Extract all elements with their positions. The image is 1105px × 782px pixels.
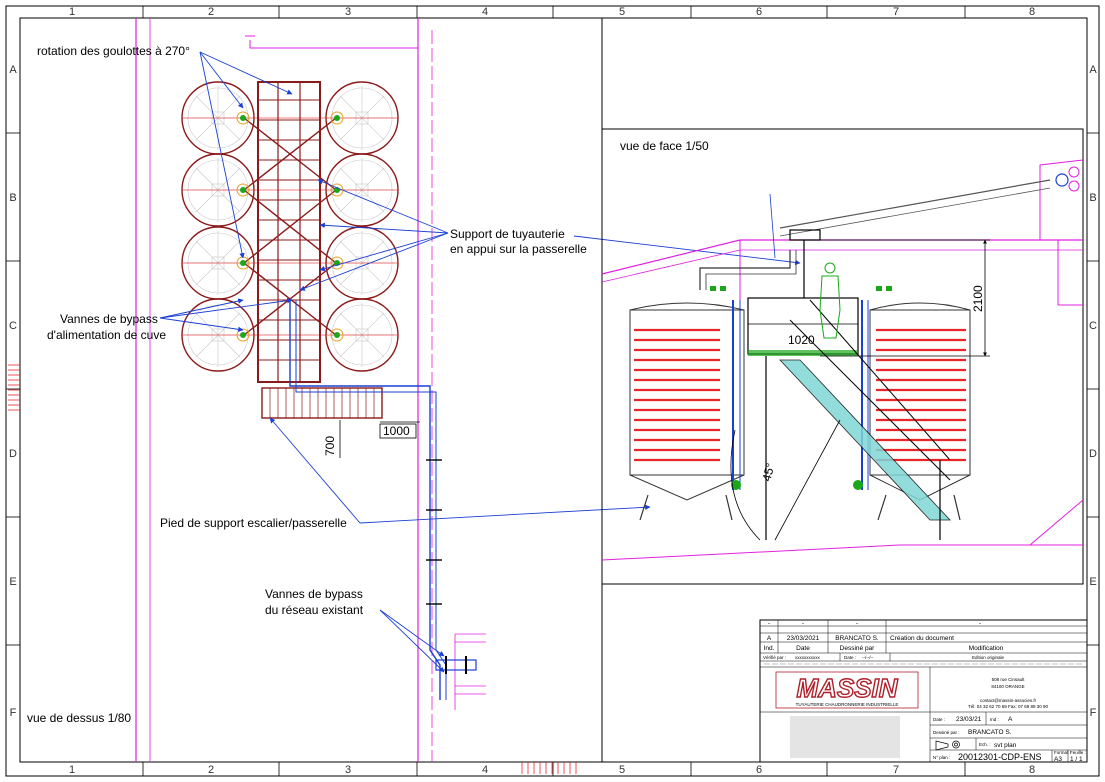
grid-row-label: D — [9, 448, 17, 460]
technical-drawing: 1 2 3 4 5 6 7 8 1 2 3 4 5 6 7 8 A B C D … — [5, 5, 1100, 777]
sheet-label: Feuille : — [1070, 750, 1086, 755]
top-view-title: vue de dessus 1/80 — [27, 711, 131, 725]
date-label: Date : — [933, 717, 945, 722]
company-logo-subtitle: TUYAUTERIE CHAUDRONNERIE INDUSTRIELLE — [796, 702, 899, 707]
grid-row-label: B — [9, 192, 16, 204]
leader-stair-foot — [269, 417, 651, 524]
grid-column-label: 1 — [69, 6, 75, 18]
revision-a-ind: A — [767, 635, 772, 642]
revision-placeholder-ind-1: - — [768, 620, 770, 627]
header-date: Date — [796, 645, 810, 652]
grid-column-label: 6 — [756, 6, 762, 18]
dimension-700: 700 — [323, 436, 337, 456]
verified-date-value: --/--/-- — [862, 655, 874, 660]
drawn-by-label: Dessiné par : — [933, 730, 960, 735]
date-value: 23/03/21 — [956, 716, 982, 723]
header-author: Dessiné par — [840, 645, 876, 652]
ind-label: Ind : — [990, 717, 999, 722]
grid-column-label: 5 — [619, 764, 625, 776]
sheet-value: 1 / 1 — [1070, 756, 1083, 763]
dimension-1020: 1020 — [788, 333, 815, 347]
callout-bypass-tank-line1: Vannes de bypass — [60, 312, 158, 326]
format-value: A3 — [1054, 756, 1062, 763]
grid-row-label: F — [1090, 707, 1097, 719]
company-phone: Tél: 04 32 62 70 69 Fax: 07 69 88 30 90 — [968, 704, 1049, 709]
callout-bypass-network-line1: Vannes de bypass — [265, 587, 363, 601]
company-email: contact@massin-associes.fr — [980, 698, 1037, 703]
revision-a-date: 23/03/2021 — [787, 635, 820, 642]
dimension-1000: 1000 — [383, 424, 410, 438]
grid-row-label: C — [9, 320, 17, 332]
callout-bypass-tank-line2: d'alimentation de cuve — [47, 328, 166, 342]
header-modification: Modification — [969, 645, 1004, 652]
dimension-2100: 2100 — [971, 285, 985, 312]
revision-placeholder-author-1: - — [856, 620, 858, 627]
company-logo-text: MASSIN — [796, 673, 898, 703]
grid-column-label: 7 — [893, 6, 899, 18]
front-view-title: vue de face 1/50 — [620, 139, 709, 153]
verified-date-label: Date : — [844, 655, 856, 660]
leader-bypass-tank — [159, 297, 293, 332]
scale-value: svt plan — [994, 742, 1017, 749]
grid-column-label: 2 — [208, 764, 214, 776]
header-ind: Ind. — [764, 645, 775, 652]
plan-number-label: N° plan : — [933, 755, 950, 760]
grid-column-label: 8 — [1029, 764, 1035, 776]
grid-row-label: C — [1089, 320, 1097, 332]
dimension-45-degrees: 45° — [759, 461, 777, 482]
callout-support-line2: en appui sur la passerelle — [450, 242, 587, 256]
edition: Edition originale — [972, 655, 1005, 660]
company-address-line1: 508 rue Cinsault — [992, 677, 1026, 682]
format-label: Format : — [1054, 750, 1071, 755]
revision-placeholder-date-1: - — [802, 620, 804, 627]
plan-number-value: 20012301-CDP-ENS — [958, 752, 1042, 762]
revision-placeholder-mod-1: - — [979, 620, 981, 627]
verified-value: xxxxxxxxxxx — [795, 655, 821, 660]
grid-column-label: 4 — [482, 6, 488, 18]
grid-row-label: A — [9, 64, 17, 76]
grid-column-label: 4 — [482, 764, 488, 776]
project-title-blurred — [790, 716, 900, 758]
ind-value: A — [1008, 716, 1013, 723]
grid-column-label: 7 — [893, 764, 899, 776]
title-block: - - - - A 23/03/2021 BRANCATO S. Créatio… — [759, 619, 1088, 763]
grid-column-label: 3 — [345, 6, 351, 18]
grid-column-label: 5 — [619, 6, 625, 18]
grid-row-label: E — [9, 576, 16, 588]
grid-column-label: 8 — [1029, 6, 1035, 18]
callout-support-line1: Support de tuyauterie — [450, 227, 565, 241]
top-view-structure — [135, 18, 486, 762]
grid-row-label: A — [1089, 64, 1097, 76]
grid-column-label: 6 — [756, 764, 762, 776]
front-view-frame — [601, 128, 1084, 585]
grid-row-label: F — [10, 707, 17, 719]
grid-row-label: B — [1089, 192, 1096, 204]
drawn-by-value: BRANCATO S. — [968, 729, 1012, 736]
callout-stair-foot: Pied de support escalier/passerelle — [160, 516, 347, 530]
grid-row-label: D — [1089, 448, 1097, 460]
front-view-structure — [601, 159, 1084, 561]
callout-bypass-network-line2: du réseau existant — [265, 603, 364, 617]
grid-row-label: E — [1089, 576, 1096, 588]
company-address-line2: 84100 ORANGE — [991, 684, 1024, 689]
scale-label: Ech. : — [979, 742, 991, 747]
callout-rotation: rotation des goulottes à 270° — [37, 44, 190, 58]
verified-label: Vérifié par : — [763, 655, 786, 660]
revision-a-modification: Création du document — [890, 635, 954, 642]
grid-column-label: 2 — [208, 6, 214, 18]
grid-column-label: 3 — [345, 764, 351, 776]
grid-column-label: 1 — [69, 764, 75, 776]
leader-bypass-network — [379, 609, 445, 673]
revision-a-author: BRANCATO S. — [835, 635, 879, 642]
